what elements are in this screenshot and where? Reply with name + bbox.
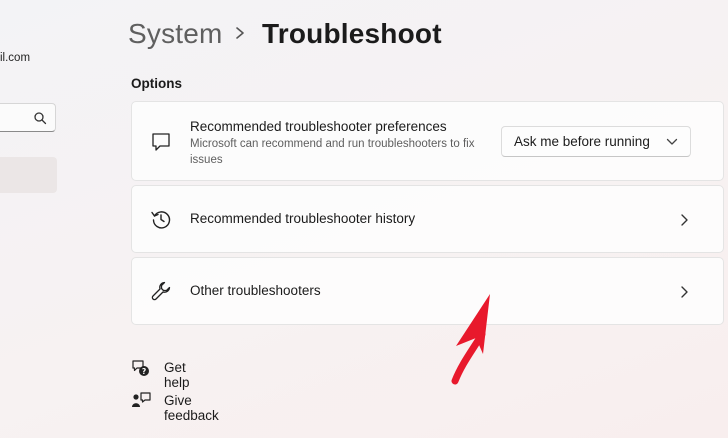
sidebar-item-system[interactable] (0, 157, 57, 193)
feedback-icon (132, 392, 151, 407)
chevron-right-icon (236, 27, 244, 39)
dropdown-value: Ask me before running (514, 134, 650, 149)
section-title-options: Options (131, 76, 182, 91)
search-input[interactable] (0, 103, 56, 132)
account-email: il.com (0, 52, 31, 64)
card-other-troubleshooters[interactable]: Other troubleshooters (131, 257, 724, 325)
get-help-label: Get help (164, 360, 190, 390)
history-icon (151, 211, 171, 229)
card-troubleshooter-history[interactable]: Recommended troubleshooter history (131, 185, 724, 253)
wrench-icon (151, 281, 171, 301)
page-title: Troubleshoot (262, 18, 442, 49)
svg-text:?: ? (142, 367, 146, 376)
card-troubleshooter-preferences: Recommended troubleshooter preferences M… (131, 101, 724, 181)
card-title: Recommended troubleshooter preferences (190, 119, 447, 134)
give-feedback-label: Give feedback (164, 393, 219, 423)
card-title: Recommended troubleshooter history (190, 211, 416, 226)
chevron-down-icon (666, 138, 678, 145)
annotation-arrow-icon (451, 294, 490, 385)
troubleshooter-preference-dropdown[interactable]: Ask me before running (501, 126, 691, 157)
search-icon (34, 112, 47, 125)
chevron-right-icon (681, 214, 688, 226)
help-chat-icon: ? (132, 360, 149, 376)
card-title: Other troubleshooters (190, 283, 321, 298)
chevron-right-icon (681, 286, 688, 298)
breadcrumb-system[interactable]: System (128, 18, 223, 50)
chat-bubble-icon (152, 133, 170, 151)
card-description: Microsoft can recommend and run troubles… (190, 138, 475, 166)
